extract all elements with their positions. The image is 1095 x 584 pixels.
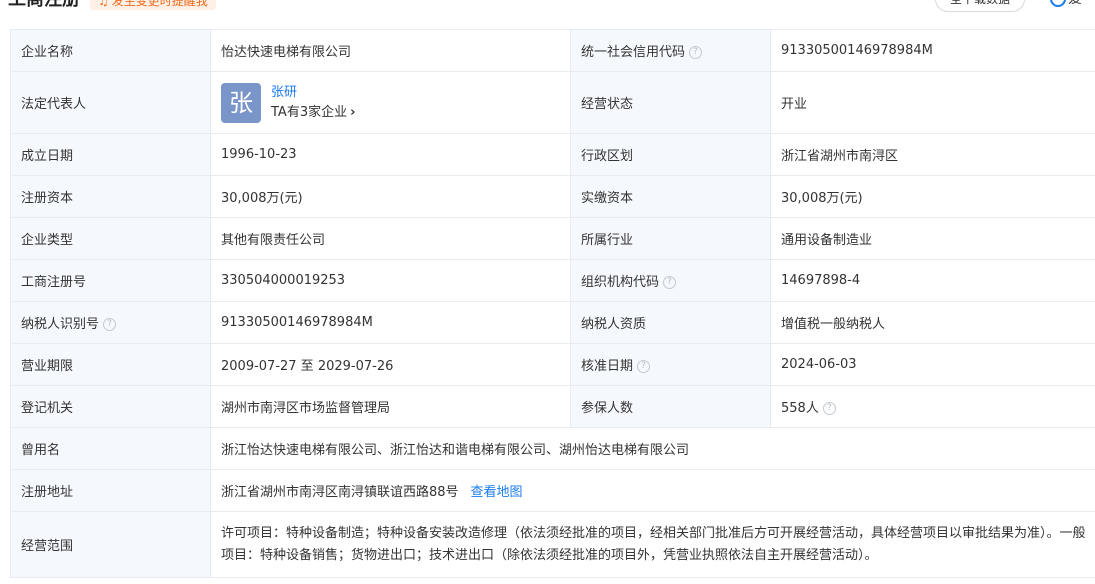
table-row: 曾用名 浙江怡达快速电梯有限公司、浙江怡达和谐电梯有限公司、湖州怡达电梯有限公司 xyxy=(10,427,1095,470)
table-row: 营业期限 2009-07-27 至 2029-07-26 核准日期? 2024-… xyxy=(10,343,1095,386)
label-legal-rep: 法定代表人 xyxy=(10,71,211,134)
label-company-name: 企业名称 xyxy=(10,29,211,72)
label-scope: 经营范围 xyxy=(10,511,211,578)
value-registered-capital: 30,008万(元) xyxy=(210,175,571,218)
label-approval-date: 核准日期? xyxy=(570,343,771,386)
label-insured: 参保人数 xyxy=(570,385,771,428)
table-row: 工商注册号 330504000019253 组织机构代码? 14697898-4 xyxy=(10,259,1095,302)
value-former-names: 浙江怡达快速电梯有限公司、浙江怡达和谐电梯有限公司、湖州怡达电梯有限公司 xyxy=(210,427,1095,470)
table-row: 注册资本 30,008万(元) 实缴资本 30,008万(元) xyxy=(10,175,1095,218)
label-text: 组织机构代码 xyxy=(581,275,660,290)
label-text: 纳税人识别号 xyxy=(21,317,100,332)
help-icon[interactable]: ? xyxy=(637,360,651,373)
label-taxpayer-qual: 纳税人资质 xyxy=(570,301,771,344)
value-taxpayer-qual: 增值税一般纳税人 xyxy=(770,301,1095,344)
label-established: 成立日期 xyxy=(10,133,211,176)
table-row: 登记机关 湖州市南浔区市场监督管理局 参保人数 558人? xyxy=(10,385,1095,428)
legal-rep-card: 张 张研 TA有3家企业 › xyxy=(221,82,560,123)
value-scope: 许可项目：特种设备制造；特种设备安装改造修理（依法须经批准的项目，经相关部门批准… xyxy=(210,511,1095,578)
label-authority: 登记机关 xyxy=(10,385,211,428)
value-approval-date: 2024-06-03 xyxy=(770,343,1095,386)
value-industry: 通用设备制造业 xyxy=(770,217,1095,260)
value-company-type: 其他有限责任公司 xyxy=(210,217,571,260)
avatar[interactable]: 张 xyxy=(221,82,261,123)
value-credit-code: 91330500146978984M xyxy=(770,29,1095,72)
table-row: 法定代表人 张 张研 TA有3家企业 › 经营状态 开业 xyxy=(10,71,1095,134)
companies-text: TA有3家企业 xyxy=(271,104,348,120)
value-text: 558人 xyxy=(781,401,819,416)
label-company-type: 企业类型 xyxy=(10,217,211,260)
table-row: 成立日期 1996-10-23 行政区划 浙江省湖州市南浔区 xyxy=(10,133,1095,176)
label-industry: 所属行业 xyxy=(570,217,771,260)
value-paid-capital: 30,008万(元) xyxy=(770,175,1095,218)
value-company-name: 怡达快速电梯有限公司 xyxy=(210,29,571,72)
label-business-term: 营业期限 xyxy=(10,343,211,386)
remind-label: 发生变更时提醒我 xyxy=(111,0,208,8)
bell-icon: ♫ xyxy=(98,0,109,8)
label-text: 统一社会信用代码 xyxy=(581,45,686,60)
value-address: 浙江省湖州市南浔区南浔镇联谊西路88号 查看地图 xyxy=(210,469,1095,512)
business-registration-table: 企业名称 怡达快速电梯有限公司 统一社会信用代码? 91330500146978… xyxy=(10,29,1095,578)
table-row: 企业类型 其他有限责任公司 所属行业 通用设备制造业 xyxy=(10,217,1095,260)
value-established: 1996-10-23 xyxy=(210,133,571,176)
value-business-term: 2009-07-27 至 2029-07-26 xyxy=(210,343,571,386)
label-district: 行政区划 xyxy=(570,133,771,176)
label-org-code: 组织机构代码? xyxy=(570,259,771,302)
value-insured: 558人? xyxy=(770,385,1095,428)
value-authority: 湖州市南浔区市场监督管理局 xyxy=(210,385,571,428)
table-row: 纳税人识别号? 91330500146978984M 纳税人资质 增值税一般纳税… xyxy=(10,301,1095,344)
legal-rep-companies-link[interactable]: TA有3家企业 › xyxy=(271,103,355,123)
section-title: 工商注册 xyxy=(8,0,80,10)
help-icon[interactable]: ? xyxy=(103,318,117,331)
label-former-names: 曾用名 xyxy=(10,427,211,470)
table-row: 企业名称 怡达快速电梯有限公司 统一社会信用代码? 91330500146978… xyxy=(10,29,1095,72)
label-reg-number: 工商注册号 xyxy=(10,259,211,302)
value-status: 开业 xyxy=(770,71,1095,134)
label-paid-capital: 实缴资本 xyxy=(570,175,771,218)
brand-label: 爱 xyxy=(1068,0,1082,7)
table-row: 经营范围 许可项目：特种设备制造；特种设备安装改造修理（依法须经批准的项目，经相… xyxy=(10,511,1095,578)
legal-rep-info: 张研 TA有3家企业 › xyxy=(271,83,355,123)
brand-button[interactable]: 爱 xyxy=(1050,0,1082,8)
label-credit-code: 统一社会信用代码? xyxy=(570,29,771,72)
help-icon[interactable]: ? xyxy=(663,276,677,289)
chevron-right-icon: › xyxy=(350,104,356,120)
value-legal-rep: 张 张研 TA有3家企业 › xyxy=(210,71,571,134)
legal-rep-name-link[interactable]: 张研 xyxy=(271,83,355,103)
brand-logo-icon xyxy=(1050,0,1066,7)
label-address: 注册地址 xyxy=(10,469,211,512)
help-icon[interactable]: ? xyxy=(689,46,703,59)
label-taxpayer-id: 纳税人识别号? xyxy=(10,301,211,344)
view-map-link[interactable]: 查看地图 xyxy=(471,485,523,500)
value-district: 浙江省湖州市南浔区 xyxy=(770,133,1095,176)
section-header: 工商注册 ♫发生变更时提醒我 全下载数据 爱 xyxy=(0,0,1095,14)
download-data-button[interactable]: 全下载数据 xyxy=(935,0,1025,12)
label-status: 经营状态 xyxy=(570,71,771,134)
value-taxpayer-id: 91330500146978984M xyxy=(210,301,571,344)
value-reg-number: 330504000019253 xyxy=(210,259,571,302)
label-registered-capital: 注册资本 xyxy=(10,175,211,218)
label-text: 核准日期 xyxy=(581,359,634,374)
address-text: 浙江省湖州市南浔区南浔镇联谊西路88号 xyxy=(221,485,459,500)
value-org-code: 14697898-4 xyxy=(770,259,1095,302)
table-row: 注册地址 浙江省湖州市南浔区南浔镇联谊西路88号 查看地图 xyxy=(10,469,1095,512)
change-remind-button[interactable]: ♫ 发生变更时提醒我 xyxy=(90,0,216,10)
help-icon[interactable]: ? xyxy=(822,402,836,415)
